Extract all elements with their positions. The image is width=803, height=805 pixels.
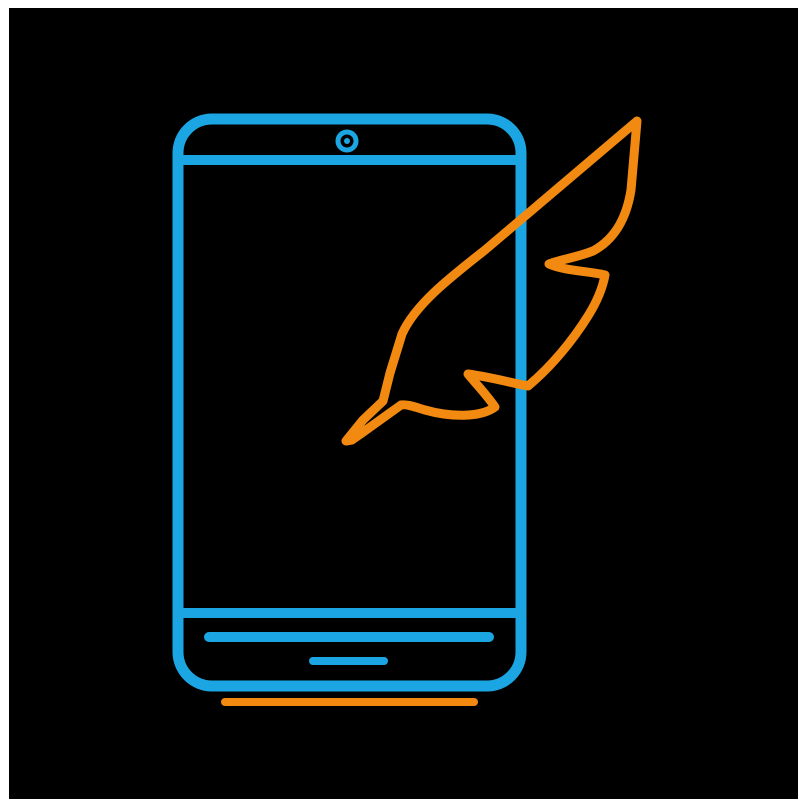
phone-with-quill-icon (172, 113, 642, 706)
phone-icon (172, 113, 527, 692)
phone-camera-lens (344, 138, 350, 144)
quill-icon (341, 116, 642, 446)
phone-body (172, 113, 527, 692)
